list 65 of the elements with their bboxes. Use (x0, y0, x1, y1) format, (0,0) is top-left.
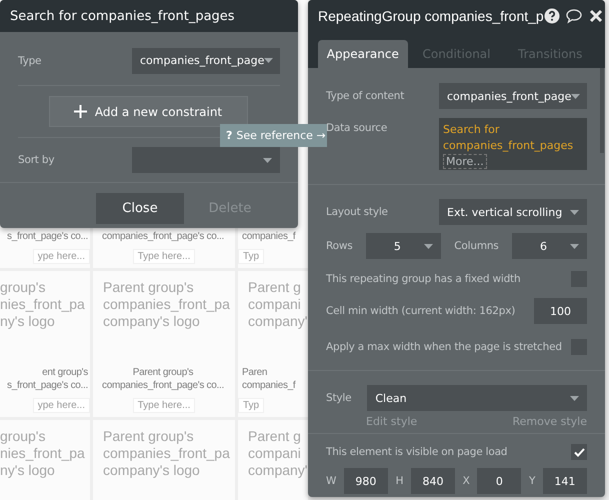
cell-caption: Paren companies_f (241, 366, 296, 392)
cell-title: Parent g compani company' (247, 428, 308, 479)
close-button[interactable]: Close (96, 193, 184, 224)
caret-icon (570, 210, 579, 214)
dimension-label: W (326, 475, 336, 487)
more-link[interactable]: More... (443, 154, 487, 169)
caret-icon (571, 94, 580, 98)
panel-title: RepeatingGroup companies_front_p (318, 8, 544, 24)
checkbox-label: Apply a max width when the page is stretched (326, 341, 562, 353)
cell-title: Parent group's companies_front_pa company's logo (102, 428, 230, 479)
cell-title: group's nies_front_pa ny's logo (0, 279, 85, 330)
close-icon[interactable] (588, 8, 604, 24)
dimension-field[interactable]: 980 (344, 468, 388, 494)
dimension-label: H (396, 475, 404, 487)
field-label: Columns (454, 240, 499, 252)
data-source-field[interactable]: Search for companies_front_pages More... (439, 118, 587, 170)
cell-min-width-field[interactable]: 100 (534, 298, 587, 324)
text-input[interactable]: ype here... (32, 398, 90, 413)
text-input[interactable]: Type here... (132, 249, 196, 264)
field-label: Layout style (326, 206, 388, 218)
text-input[interactable]: ype here... (32, 249, 90, 264)
text-input[interactable]: Typ (238, 398, 264, 413)
layout-style-dropdown[interactable]: Ext. vertical scrolling (439, 199, 587, 225)
text-input[interactable]: Typ (238, 249, 264, 264)
cell-title: Parent group's companies_front_pa company's logo (102, 279, 230, 330)
content-type-dropdown[interactable]: companies_front_page (439, 83, 587, 109)
dimension-label: Y (529, 475, 536, 487)
field-label: Cell min width (current width: 162px) (326, 305, 516, 317)
cell-title: group's nies_front_pa ny's logo (0, 428, 85, 479)
checkbox-label: This repeating group has a fixed width (326, 273, 520, 285)
help-icon[interactable] (544, 8, 560, 24)
text-input[interactable]: Type here... (132, 398, 196, 413)
checkbox[interactable] (571, 444, 587, 460)
cell-caption: companies_f (241, 230, 296, 243)
dimension-field[interactable]: 141 (542, 468, 587, 494)
caret-icon (570, 244, 579, 248)
caret-icon (263, 158, 272, 162)
field-label: Rows (326, 240, 353, 252)
sort-label: Sort by (18, 154, 54, 166)
cell-caption: ent group's s_front_page's co... (7, 366, 89, 392)
see-reference-tooltip[interactable]: ? See reference → (220, 124, 327, 147)
cell-caption: s_front_page's co... (7, 230, 89, 243)
cell-title: Parent g compani company' (247, 279, 308, 330)
checkbox-label: This element is visible on page load (326, 446, 508, 458)
columns-dropdown[interactable]: 6 (512, 233, 587, 259)
plus-icon (74, 105, 87, 118)
dimension-label: X (462, 475, 470, 487)
cell-caption: Parent group's companies_front_page's co... (102, 366, 225, 392)
popup-title: Search for companies_front_pages (0, 0, 298, 32)
caret-icon (424, 244, 433, 248)
dimension-field[interactable]: 0 (477, 468, 522, 494)
add-constraint-button[interactable]: Add a new constraint (48, 96, 248, 127)
rows-dropdown[interactable]: 5 (366, 233, 441, 259)
caret-icon (570, 396, 579, 400)
tab[interactable]: Appearance (318, 40, 408, 68)
type-label: Type (18, 54, 42, 66)
field-label: Style (326, 392, 352, 404)
field-label: Type of content (326, 90, 404, 102)
type-dropdown[interactable]: companies_front_page (132, 48, 280, 74)
dimension-field[interactable]: 840 (410, 468, 455, 494)
cell-caption: companies_front_page's co... (102, 230, 225, 243)
speech-bubble-icon[interactable] (566, 8, 582, 24)
style-dropdown[interactable]: Clean (367, 385, 587, 411)
caret-icon (264, 58, 274, 63)
field-label: Data source (326, 122, 388, 134)
